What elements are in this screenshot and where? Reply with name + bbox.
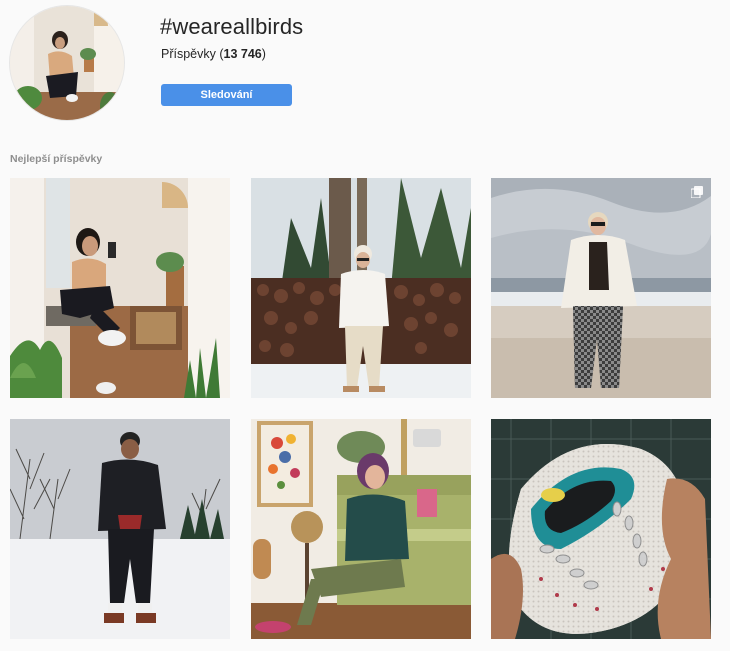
- post-count: Příspěvky (13 746): [161, 47, 266, 61]
- post-image: [491, 419, 711, 639]
- post-image: [10, 178, 230, 398]
- hashtag-title: #weareallbirds: [160, 14, 304, 39]
- multiple-photos-icon: [691, 186, 703, 198]
- post-image: [251, 178, 471, 398]
- post-thumbnail[interactable]: [10, 178, 230, 398]
- post-thumbnail[interactable]: [491, 419, 711, 639]
- follow-button[interactable]: Sledování: [161, 84, 292, 106]
- post-thumbnail[interactable]: [10, 419, 230, 639]
- post-thumbnail[interactable]: [251, 178, 471, 398]
- post-count-number: 13 746: [223, 47, 262, 61]
- hashtag-avatar: [10, 6, 124, 120]
- post-count-label: Příspěvky (: [161, 47, 224, 61]
- post-thumbnail[interactable]: [251, 419, 471, 639]
- post-image: [251, 419, 471, 639]
- post-thumbnail[interactable]: [491, 178, 711, 398]
- avatar-photo: [10, 6, 124, 120]
- post-count-suffix: ): [261, 47, 266, 61]
- top-posts-heading: Nejlepší příspěvky: [10, 153, 103, 165]
- post-image: [491, 178, 711, 398]
- post-image: [10, 419, 230, 639]
